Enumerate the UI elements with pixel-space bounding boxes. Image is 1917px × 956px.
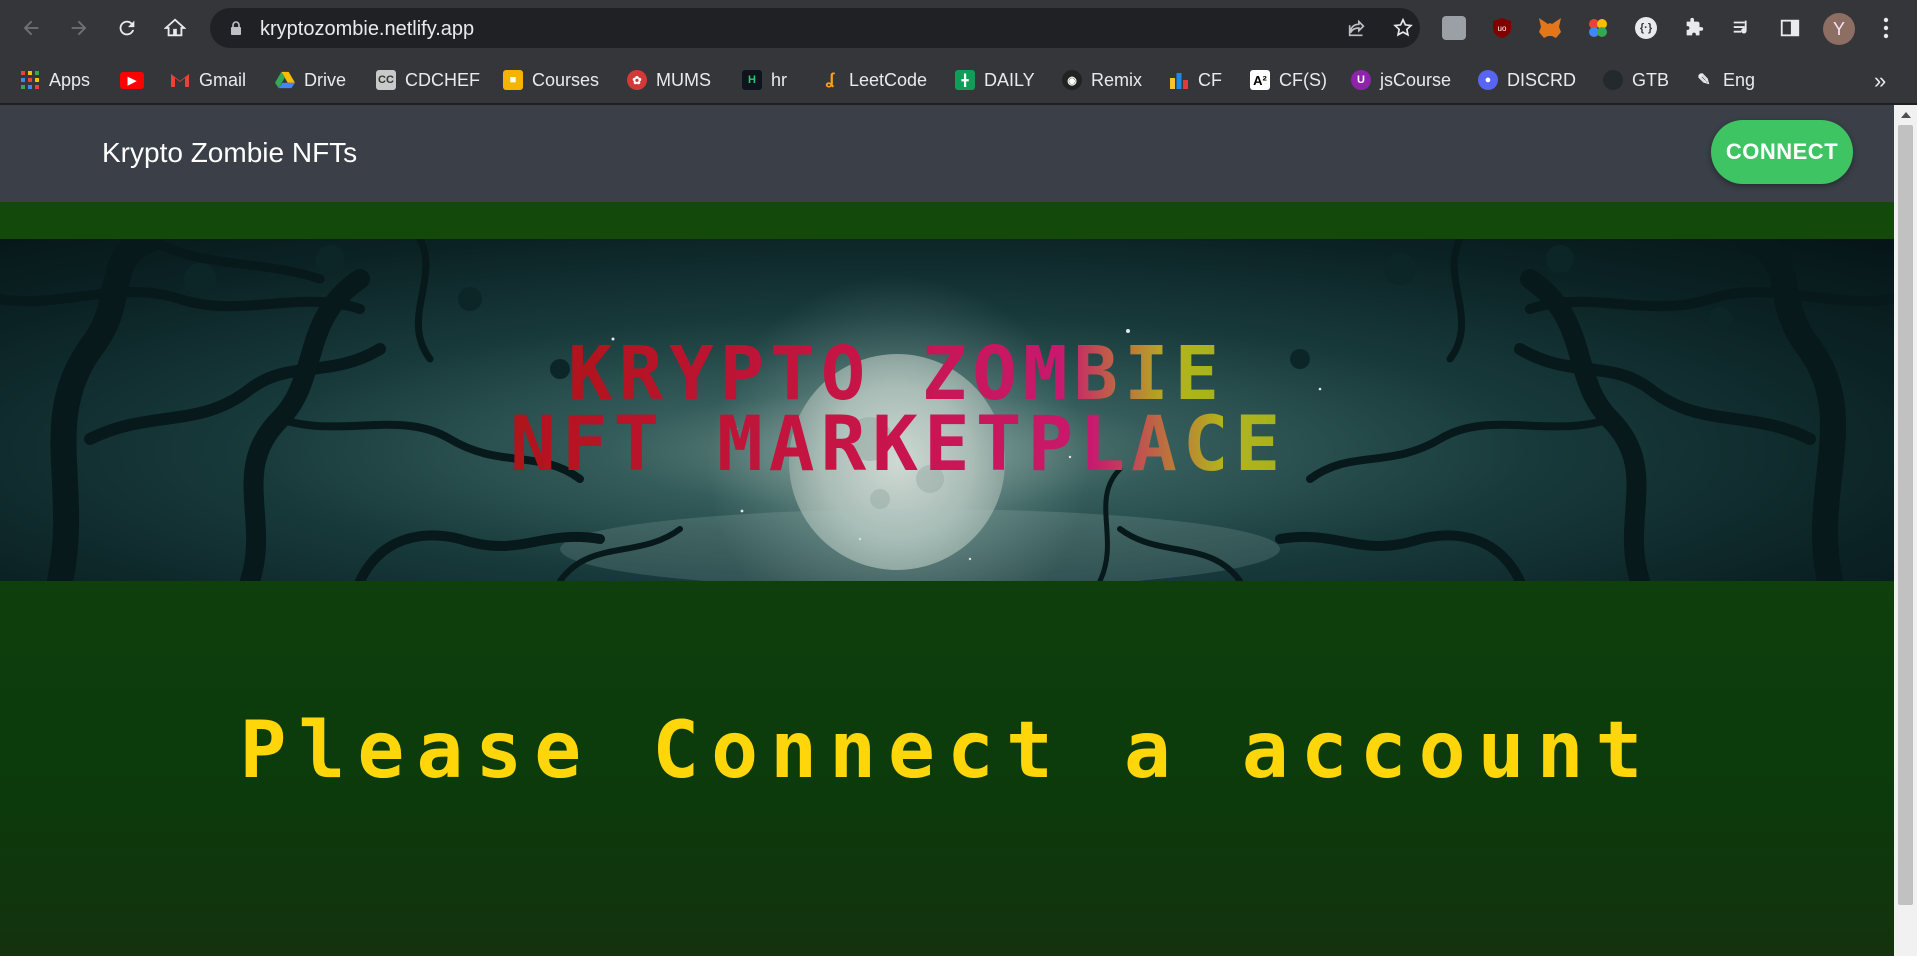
- back-button[interactable]: [14, 11, 48, 45]
- hackerrank-icon: H: [742, 70, 762, 90]
- site-navbar: Krypto Zombie NFTs CONNECT: [0, 105, 1894, 202]
- courses-icon: ■: [503, 70, 523, 90]
- codechef-icon: CC: [376, 70, 396, 90]
- arrow-left-icon: [23, 20, 39, 36]
- bookmark-cfs[interactable]: A² CF(S): [1250, 66, 1327, 94]
- ublock-ext-icon[interactable]: uo: [1488, 14, 1516, 42]
- jscourse-icon: U: [1351, 70, 1371, 90]
- gmail-icon: [170, 70, 190, 90]
- daily-icon: ╋: [955, 70, 975, 90]
- github-icon: [1603, 70, 1623, 90]
- main-content: Please Connect a account: [0, 581, 1894, 956]
- remix-icon: ◉: [1062, 70, 1082, 90]
- home-button[interactable]: [158, 11, 192, 45]
- bookmark-daily[interactable]: ╋ DAILY: [955, 66, 1035, 94]
- youtube-icon: ▶: [120, 71, 144, 89]
- bookmark-cf[interactable]: CF: [1169, 66, 1222, 94]
- bookmark-gmail[interactable]: Gmail: [170, 66, 246, 94]
- bookmark-mums[interactable]: ✿ MUMS: [627, 66, 711, 94]
- banner-title-line-2: NFT MARKETPLACE: [510, 399, 1287, 488]
- bookmarks-bar: Apps ▶ Gmail Drive CC CDCHEF ■ Courses ✿…: [0, 56, 1917, 104]
- address-bar[interactable]: kryptozombie.netlify.app: [210, 8, 1420, 48]
- bookmark-leetcode[interactable]: ʆ LeetCode: [820, 66, 927, 94]
- mums-icon: ✿: [627, 70, 647, 90]
- share-icon[interactable]: [1346, 17, 1368, 39]
- hero-banner: KRYPTO ZOMBIE NFT MARKETPLACE: [0, 239, 1894, 581]
- svg-text:uo: uo: [1498, 24, 1507, 33]
- star-icon[interactable]: [1392, 17, 1414, 39]
- media-icon[interactable]: [1728, 14, 1756, 42]
- reload-icon: [119, 20, 135, 36]
- profile-avatar[interactable]: Y: [1823, 13, 1855, 45]
- browser-toolbar: kryptozombie.netlify.app uo {·} Y: [0, 0, 1917, 56]
- page-scrollbar[interactable]: [1894, 105, 1917, 956]
- banner-title: KRYPTO ZOMBIE NFT MARKETPLACE: [0, 239, 1894, 581]
- pen-icon: ✎: [1697, 72, 1711, 89]
- scroll-up-arrow-icon[interactable]: [1894, 105, 1917, 125]
- bookmark-youtube[interactable]: ▶: [120, 66, 144, 94]
- bookmark-drive[interactable]: Drive: [275, 66, 346, 94]
- url-text: kryptozombie.netlify.app: [260, 18, 475, 40]
- scrollbar-thumb[interactable]: [1898, 125, 1913, 905]
- arrow-right-icon: [71, 20, 87, 36]
- drive-icon: [275, 70, 295, 90]
- bookmark-remix[interactable]: ◉ Remix: [1062, 66, 1142, 94]
- bookmark-jscourse[interactable]: U jsCourse: [1351, 66, 1451, 94]
- brand-title[interactable]: Krypto Zombie NFTs: [102, 137, 357, 169]
- connect-account-message: Please Connect a account: [239, 706, 1655, 796]
- home-icon: [164, 18, 186, 37]
- bookmark-eng[interactable]: ✎ Eng: [1694, 66, 1755, 94]
- menu-kebab-icon[interactable]: [1872, 14, 1900, 42]
- forward-button[interactable]: [62, 11, 96, 45]
- bookmark-courses[interactable]: ■ Courses: [503, 66, 599, 94]
- leetcode-icon: ʆ: [825, 71, 835, 88]
- apps-grid-icon: [20, 70, 40, 90]
- color-picker-ext-icon[interactable]: [1584, 14, 1612, 42]
- page-viewport: Krypto Zombie NFTs CONNECT KRYPTO ZOMBIE…: [0, 105, 1917, 956]
- bookmark-gtb[interactable]: GTB: [1603, 66, 1669, 94]
- code-ext-icon[interactable]: {·}: [1632, 14, 1660, 42]
- bookmark-cdchef[interactable]: CC CDCHEF: [376, 66, 480, 94]
- reload-button[interactable]: [110, 11, 144, 45]
- tab-search-ext-icon[interactable]: [1440, 14, 1468, 42]
- bookmark-discrd[interactable]: ● DISCRD: [1478, 66, 1576, 94]
- bookmark-hr[interactable]: H hr: [742, 66, 787, 94]
- side-panel-icon[interactable]: [1776, 14, 1804, 42]
- connect-button[interactable]: CONNECT: [1711, 120, 1853, 184]
- banner-top-strip: [0, 202, 1894, 239]
- bookmarks-overflow-button[interactable]: »: [1874, 68, 1886, 94]
- a2-icon: A²: [1250, 70, 1270, 90]
- lock-icon: [231, 21, 241, 35]
- codeforces-icon: [1169, 70, 1189, 90]
- bookmark-apps[interactable]: Apps: [20, 66, 90, 94]
- discord-icon: ●: [1478, 70, 1498, 90]
- puzzle-icon[interactable]: [1680, 14, 1708, 42]
- metamask-ext-icon[interactable]: [1536, 14, 1564, 42]
